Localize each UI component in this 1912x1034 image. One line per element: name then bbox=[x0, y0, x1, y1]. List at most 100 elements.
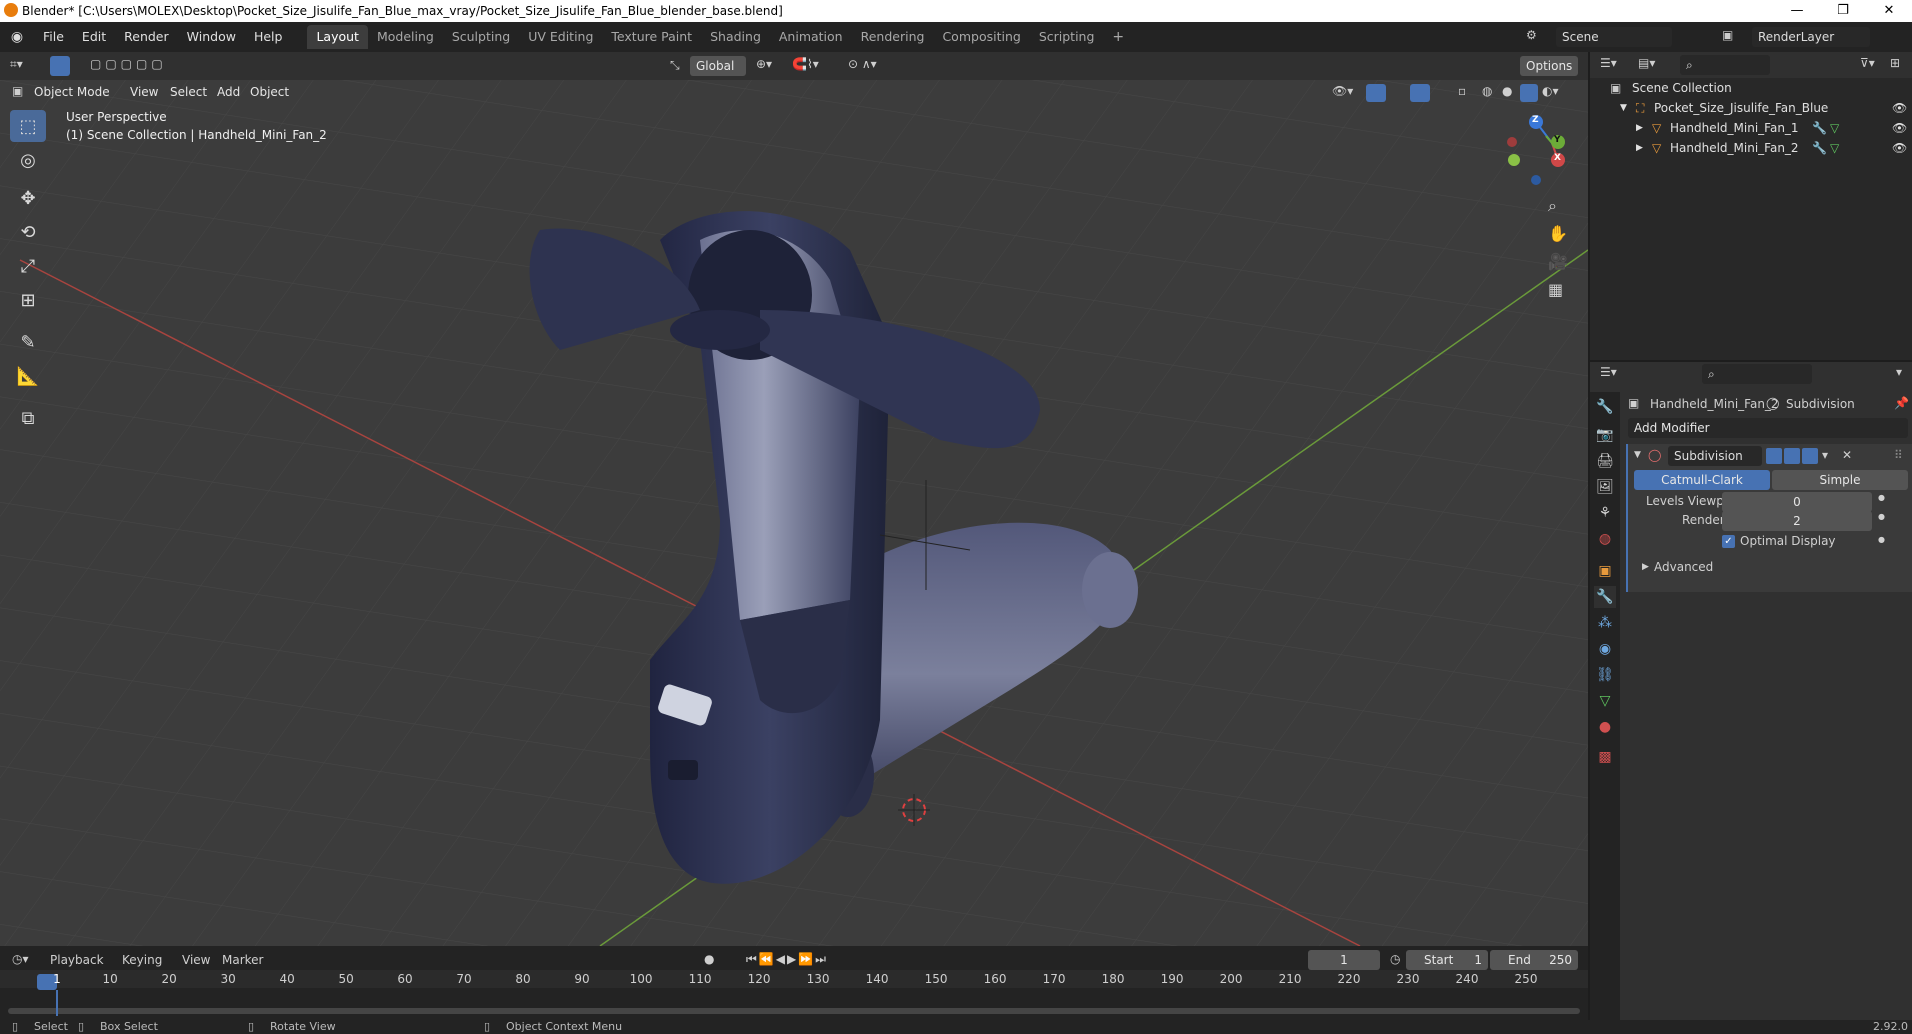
eye-icon[interactable]: 👁 bbox=[1892, 118, 1907, 138]
properties-search-input[interactable]: ⌕ bbox=[1702, 364, 1812, 384]
keyframe-dot-icon[interactable]: ● bbox=[1878, 493, 1885, 502]
edit-mode-toggle-icon[interactable] bbox=[1766, 448, 1782, 464]
levels-viewport-field[interactable]: 0 bbox=[1722, 492, 1872, 512]
scale-tool-icon[interactable]: ⤢ bbox=[10, 250, 46, 282]
chevron-down-icon[interactable]: ▾ bbox=[1896, 365, 1902, 379]
timeline-menu-keying[interactable]: Keying bbox=[122, 953, 162, 967]
advanced-subpanel-label[interactable]: Advanced bbox=[1654, 560, 1713, 574]
modifier-wrench-icon[interactable]: 🔧 bbox=[1812, 138, 1827, 158]
simple-button[interactable]: Simple bbox=[1772, 470, 1908, 490]
timeline-editor-icon[interactable]: ◷▾ bbox=[12, 952, 29, 966]
3d-viewport[interactable]: User Perspective (1) Scene Collection | … bbox=[0, 80, 1588, 946]
add-cube-tool-icon[interactable]: ⧉ bbox=[10, 402, 46, 434]
selection-mode-icons[interactable]: ▢▢▢▢▢ bbox=[90, 57, 167, 71]
end-frame-field[interactable]: End 250 bbox=[1490, 950, 1578, 970]
add-modifier-dropdown[interactable]: Add Modifier bbox=[1628, 418, 1908, 438]
world-tab-icon[interactable]: ◍ bbox=[1594, 528, 1616, 550]
gizmo-x-label[interactable]: X bbox=[1554, 153, 1561, 163]
shading-solid-icon[interactable]: ● bbox=[1502, 84, 1512, 98]
eye-icon[interactable]: 👁 bbox=[1892, 138, 1907, 158]
menu-edit[interactable]: Edit bbox=[73, 22, 115, 52]
filter-icon[interactable]: ⊽▾ bbox=[1860, 56, 1875, 70]
material-tab-icon[interactable]: ● bbox=[1594, 716, 1616, 738]
add-workspace-icon[interactable]: + bbox=[1103, 25, 1133, 49]
viewport-toggle-icon[interactable] bbox=[1784, 448, 1800, 464]
gizmo-z-label[interactable]: Z bbox=[1532, 115, 1539, 125]
pan-hand-icon[interactable]: ✋ bbox=[1548, 224, 1568, 243]
tab-layout[interactable]: Layout bbox=[307, 25, 368, 49]
texture-tab-icon[interactable]: ▩ bbox=[1594, 746, 1616, 768]
collapse-arrow-icon[interactable]: ▶ bbox=[1642, 562, 1649, 572]
proportional-edit-icon[interactable]: ⊙ ∧▾ bbox=[848, 57, 877, 71]
gizmo-toggle-icon[interactable] bbox=[1366, 84, 1386, 102]
header-menu-add[interactable]: Add bbox=[217, 85, 240, 99]
select-box-tool-icon[interactable]: ⬚ bbox=[10, 110, 46, 142]
tool-tab-icon[interactable]: 🔧 bbox=[1594, 396, 1616, 418]
constraints-tab-icon[interactable]: ⛓ bbox=[1594, 664, 1616, 686]
auto-keying-icon[interactable]: ● bbox=[704, 952, 714, 966]
minimize-button[interactable]: — bbox=[1774, 0, 1820, 22]
outliner-editor-icon[interactable]: ☰▾ bbox=[1600, 56, 1617, 70]
pivot-icon[interactable]: ⊕▾ bbox=[756, 57, 772, 71]
view-layer-tab-icon[interactable]: 🖼 bbox=[1594, 476, 1616, 498]
drag-handle-icon[interactable]: ⠿ bbox=[1894, 448, 1903, 462]
expand-arrow-icon[interactable]: ▶ bbox=[1636, 138, 1643, 158]
header-menu-view[interactable]: View bbox=[130, 85, 158, 99]
properties-editor-icon[interactable]: ☰▾ bbox=[1600, 365, 1617, 379]
options-dropdown[interactable]: Options bbox=[1520, 56, 1578, 76]
keyframe-dot-icon[interactable]: ● bbox=[1878, 535, 1885, 544]
menu-render[interactable]: Render bbox=[115, 22, 178, 52]
expand-arrow-icon[interactable]: ▶ bbox=[1636, 118, 1643, 138]
eye-icon[interactable]: 👁 bbox=[1892, 98, 1907, 118]
outliner-row-fan-1[interactable]: ▶ ▽ Handheld_Mini_Fan_1 🔧 ▽ 👁 bbox=[1590, 118, 1912, 138]
physics-tab-icon[interactable]: ◉ bbox=[1594, 638, 1616, 660]
render-levels-field[interactable]: 2 bbox=[1722, 511, 1872, 531]
ortho-grid-icon[interactable]: ▦ bbox=[1548, 280, 1563, 299]
mesh-data-icon[interactable]: ▽ bbox=[1830, 118, 1839, 138]
renderlayer-icon[interactable]: ▣ bbox=[1722, 28, 1733, 42]
tab-uv-editing[interactable]: UV Editing bbox=[519, 25, 602, 49]
new-collection-icon[interactable]: ⊞ bbox=[1890, 56, 1900, 70]
timeline-menu-playback[interactable]: Playback bbox=[50, 953, 104, 967]
maximize-button[interactable]: ❐ bbox=[1820, 0, 1866, 22]
render-toggle-icon[interactable] bbox=[1802, 448, 1818, 464]
scene-tab-icon[interactable]: ⚘ bbox=[1594, 502, 1616, 524]
camera-view-icon[interactable]: 🎥 bbox=[1548, 252, 1568, 271]
move-tool-icon[interactable]: ✥ bbox=[10, 182, 46, 214]
playback-controls[interactable]: ⏮⏪◀▶⏩⏭ bbox=[746, 952, 828, 967]
timeline-menu-view[interactable]: View bbox=[182, 953, 210, 967]
expand-arrow-icon[interactable]: ▼ bbox=[1620, 98, 1627, 118]
mesh-data-icon[interactable]: ▽ bbox=[1830, 138, 1839, 158]
header-menu-object[interactable]: Object bbox=[250, 85, 289, 99]
menu-help[interactable]: Help bbox=[245, 22, 292, 52]
overlay-toggle-icon[interactable] bbox=[1410, 84, 1430, 102]
tab-scripting[interactable]: Scripting bbox=[1030, 25, 1104, 49]
tab-sculpting[interactable]: Sculpting bbox=[443, 25, 519, 49]
editor-type-icon[interactable]: ⌗▾ bbox=[10, 57, 23, 72]
select-tool-icon[interactable] bbox=[50, 56, 70, 76]
orientation-dropdown[interactable]: Global bbox=[690, 56, 746, 76]
remove-modifier-close-icon[interactable]: ✕ bbox=[1842, 448, 1852, 462]
pin-icon[interactable]: 📌 bbox=[1894, 396, 1909, 410]
display-mode-icon[interactable]: ▤▾ bbox=[1638, 56, 1655, 70]
shading-wireframe-icon[interactable]: ◍ bbox=[1482, 84, 1492, 98]
output-tab-icon[interactable]: 🖨 bbox=[1594, 450, 1616, 472]
outliner-row-fan-2[interactable]: ▶ ▽ Handheld_Mini_Fan_2 🔧 ▽ 👁 bbox=[1590, 138, 1912, 158]
current-frame-field[interactable]: 1 bbox=[1308, 950, 1380, 970]
start-frame-field[interactable]: Start 1 bbox=[1406, 950, 1488, 970]
shading-rendered-icon[interactable]: ◐▾ bbox=[1542, 84, 1559, 98]
object-mode-dropdown[interactable]: Object Mode bbox=[34, 85, 110, 99]
keyframe-dot-icon[interactable]: ● bbox=[1878, 512, 1885, 521]
annotate-tool-icon[interactable]: ✎ bbox=[10, 326, 46, 358]
outliner-search-input[interactable]: ⌕ bbox=[1680, 55, 1770, 75]
timeline-scrubber-track[interactable] bbox=[8, 1008, 1580, 1014]
rotate-tool-icon[interactable]: ⟲ bbox=[10, 216, 46, 248]
modifier-menu-chevron-icon[interactable]: ▾ bbox=[1822, 448, 1828, 462]
gizmo-y-label[interactable]: Y bbox=[1554, 135, 1561, 145]
menu-file[interactable]: File bbox=[34, 22, 73, 52]
menu-window[interactable]: Window bbox=[178, 22, 245, 52]
xray-icon[interactable]: ▫ bbox=[1458, 84, 1466, 98]
transform-tool-icon[interactable]: ⊞ bbox=[10, 284, 46, 316]
outliner-row-scene-collection[interactable]: ▣ Scene Collection bbox=[1590, 78, 1912, 98]
scene-selector-icon[interactable]: ⚙ bbox=[1526, 28, 1537, 42]
